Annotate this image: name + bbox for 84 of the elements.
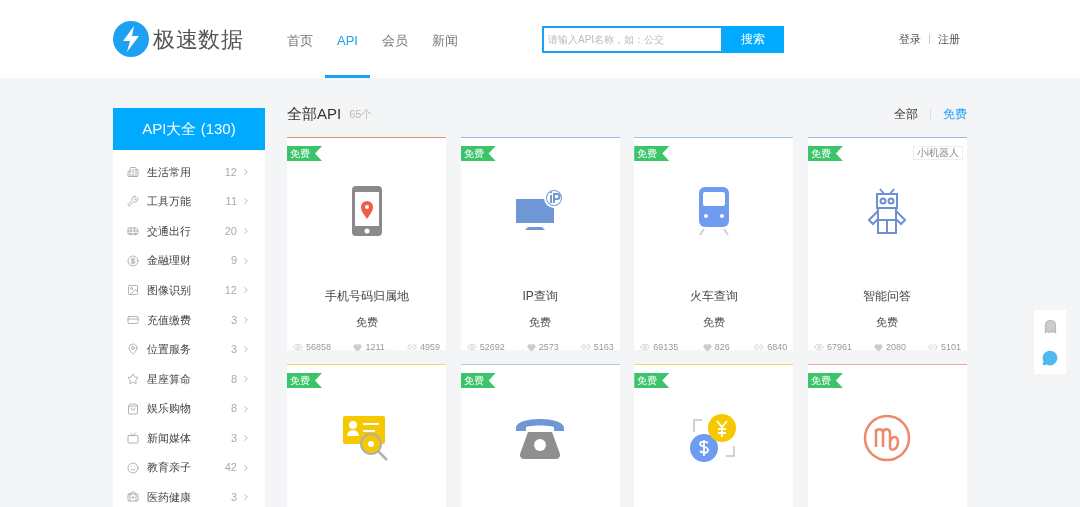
price-label: 免费 [875, 315, 900, 330]
free-ribbon: 免费 [634, 373, 670, 388]
category-item[interactable]: 医药健康 3 [113, 482, 265, 507]
category-item[interactable]: 娱乐购物 8 [113, 393, 265, 424]
sidebar-header: API大全 (130) [113, 108, 265, 150]
chevron-icon [241, 344, 251, 355]
star-icon [127, 372, 139, 385]
bag-icon [127, 402, 139, 415]
card-icon [127, 313, 139, 326]
api-card[interactable]: 免费 IP查询 免费 52692 2573 5163 [460, 137, 620, 350]
eye-icon [640, 342, 651, 353]
link-icon [580, 342, 591, 353]
price-label: 免费 [701, 315, 726, 330]
section-title: 全部API [287, 103, 342, 124]
virgo-sign-icon [862, 413, 913, 463]
category-item[interactable]: 交通出行 20 [113, 216, 265, 246]
category-item[interactable]: 工具万能 11 [113, 186, 265, 217]
api-title: IP查询 [521, 288, 559, 305]
api-title: 手机号码归属地 [323, 288, 410, 305]
nav-tab[interactable]: 首页 [275, 0, 325, 78]
category-item[interactable]: 金融理财 9 [113, 245, 265, 276]
telephone-icon [514, 416, 567, 460]
free-ribbon: 免费 [287, 373, 322, 388]
chevron-icon [241, 462, 251, 473]
chevron-icon [241, 285, 251, 296]
phone-location-icon [350, 185, 383, 237]
chevron-icon [241, 196, 251, 207]
auth-link[interactable]: 登录 [899, 30, 921, 48]
api-card[interactable]: 免费 小i机器人 智能问答 免费 67961 2080 5101 [807, 137, 967, 350]
wrench-icon [127, 195, 139, 208]
filter-tab[interactable]: 全部 [894, 105, 918, 123]
image-icon [127, 284, 139, 297]
price-label: 免费 [528, 315, 553, 330]
medical-kit-icon [127, 491, 139, 504]
free-ribbon: 免费 [460, 373, 496, 388]
lightning-logo-icon [113, 21, 149, 57]
chevron-icon [241, 255, 251, 266]
eye-icon [813, 342, 824, 353]
chevron-icon [241, 492, 251, 503]
category-item[interactable]: 生活常用 12 [113, 157, 265, 187]
free-ribbon: 免费 [287, 146, 322, 161]
link-icon [754, 342, 765, 353]
provider-tag: 小i机器人 [912, 146, 963, 160]
chevron-icon [241, 314, 251, 325]
api-title: 智能问答 [862, 288, 913, 305]
heart-icon [873, 342, 883, 352]
search-field[interactable]: 请输入API名称，如：公交 [541, 25, 723, 53]
price-label: 免费 [354, 315, 379, 330]
api-title: 火车查询 [688, 288, 739, 305]
category-item[interactable]: 教育亲子 42 [113, 452, 265, 483]
link-icon [407, 342, 418, 353]
category-item[interactable]: 充值缴费 3 [113, 304, 265, 335]
category-item[interactable]: 新闻媒体 3 [113, 423, 265, 453]
free-ribbon: 免费 [460, 146, 496, 161]
heart-icon [702, 342, 712, 352]
chevron-icon [241, 226, 251, 236]
chevron-icon [241, 373, 251, 384]
free-ribbon: 免费 [634, 146, 670, 161]
chat-bubble-icon [1042, 350, 1058, 366]
coin-icon [127, 254, 139, 267]
api-card[interactable]: 免费 手机号码归属地 免费 56858 1211 4959 [287, 137, 447, 350]
api-card[interactable]: 免费 火车查询 免费 69135 826 6840 [634, 137, 794, 350]
chevron-icon [241, 433, 251, 444]
nav-tab[interactable]: 新闻 [419, 0, 470, 78]
map-pin-icon [127, 343, 139, 356]
auth-link[interactable]: 注册 [938, 30, 960, 48]
free-ribbon: 免费 [807, 373, 843, 388]
heart-icon [353, 342, 363, 352]
link-icon [927, 342, 938, 353]
tv-icon [127, 432, 139, 445]
eye-icon [466, 342, 477, 353]
eye-icon [293, 342, 303, 353]
bus-icon [127, 225, 139, 237]
chevron-icon [241, 166, 251, 177]
building-icon [127, 165, 139, 178]
logo-text: 极速数据 [153, 25, 244, 54]
free-ribbon: 免费 [807, 146, 843, 161]
smiley-icon [127, 461, 139, 474]
chevron-icon [241, 403, 251, 414]
nav-tab[interactable]: 会员 [369, 0, 420, 78]
heart-icon [526, 342, 536, 352]
category-item[interactable]: 图像识别 12 [113, 275, 265, 305]
category-item[interactable]: 位置服务 3 [113, 334, 265, 365]
category-item[interactable]: 星座算命 8 [113, 364, 265, 394]
